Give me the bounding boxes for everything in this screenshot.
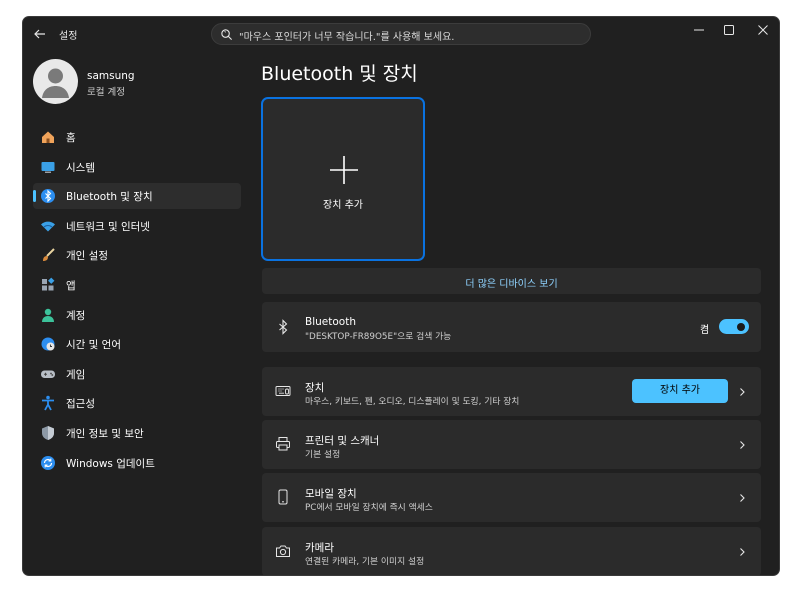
- sidebar-item-network[interactable]: 네트워크 및 인터넷: [33, 213, 241, 239]
- sidebar-item-privacy-security[interactable]: 개인 정보 및 보안: [33, 420, 241, 446]
- camera-icon: [276, 545, 290, 557]
- printer-icon: [276, 437, 290, 451]
- bluetooth-discoverable-text: "DESKTOP-FR89O5E"으로 검색 가능: [305, 332, 452, 342]
- toggle-knob: [737, 322, 745, 331]
- mobile-subtitle: PC에서 모바일 장치에 즉시 액세스: [305, 503, 433, 513]
- sidebar-item-label: 접근성: [66, 398, 95, 411]
- apps-icon: [42, 277, 55, 291]
- back-arrow-icon[interactable]: [32, 26, 48, 42]
- devices-card[interactable]: 장치 마우스, 키보드, 펜, 오디오, 디스플레이 및 도킹, 기타 장치 장…: [262, 367, 761, 416]
- title-bar: 설정 "마우스 포인터가 너무 작습니다."를 사용해 보세요.: [23, 17, 779, 51]
- brush-icon: [43, 248, 55, 262]
- update-icon: [41, 455, 55, 470]
- user-silhouette-icon: [42, 68, 69, 98]
- shield-icon: [42, 425, 54, 440]
- sidebar-item-label: 게임: [66, 368, 86, 381]
- profile-account-type: 로컬 계정: [87, 87, 125, 98]
- page-title: Bluetooth 및 장치: [261, 63, 418, 85]
- chevron-right-icon: [740, 494, 745, 502]
- bluetooth-symbol-icon: [279, 319, 288, 335]
- app-title: 설정: [59, 31, 78, 42]
- selection-indicator: [33, 190, 36, 203]
- sidebar-item-windows-update[interactable]: Windows 업데이트: [33, 450, 241, 476]
- bluetooth-toggle-state: 켬: [700, 325, 710, 336]
- home-icon: [42, 131, 54, 143]
- sidebar-item-label: 네트워크 및 인터넷: [66, 220, 150, 233]
- sidebar-item-personalization[interactable]: 개인 설정: [33, 242, 241, 268]
- wifi-icon: [41, 221, 55, 232]
- user-profile[interactable]: samsung 로컬 계정: [33, 59, 233, 107]
- camera-card[interactable]: 카메라 연결된 카메라, 기본 이미지 설정: [262, 527, 761, 575]
- chevron-right-icon: [740, 548, 745, 556]
- bluetooth-title: Bluetooth: [305, 316, 356, 328]
- sidebar-item-label: 개인 설정: [66, 250, 108, 263]
- sidebar-item-home[interactable]: 홈: [33, 124, 241, 150]
- search-icon: [221, 29, 233, 41]
- sidebar-nav: 홈 시스템 Bluetooth 및 장치 네트워크 및 인터넷 개인 설정 앱 …: [33, 124, 241, 479]
- chevron-right-icon: [740, 441, 745, 449]
- avatar: [33, 59, 78, 104]
- gamepad-icon: [41, 370, 55, 378]
- sidebar-item-label: 개인 정보 및 보안: [66, 427, 144, 440]
- sidebar-item-system[interactable]: 시스템: [33, 154, 241, 180]
- maximize-icon[interactable]: [720, 21, 738, 39]
- add-device-label: 장치 추가: [323, 200, 363, 211]
- sidebar-item-gaming[interactable]: 게임: [33, 361, 241, 387]
- sidebar-item-accessibility[interactable]: 접근성: [33, 390, 241, 416]
- plus-icon: [330, 156, 358, 184]
- sidebar-item-label: 시간 및 언어: [66, 339, 121, 352]
- mobile-title: 모바일 장치: [305, 488, 357, 500]
- devices-subtitle: 마우스, 키보드, 펜, 오디오, 디스플레이 및 도킹, 기타 장치: [305, 397, 520, 407]
- chevron-right-icon: [740, 388, 745, 396]
- view-more-devices-label: 더 많은 디바이스 보기: [465, 279, 558, 290]
- sidebar-item-label: 앱: [66, 279, 76, 292]
- view-more-devices-button[interactable]: 더 많은 디바이스 보기: [262, 268, 761, 294]
- sidebar-item-apps[interactable]: 앱: [33, 272, 241, 298]
- bluetooth-toggle[interactable]: [719, 319, 749, 334]
- devices-icon: [275, 386, 291, 396]
- printers-subtitle: 기본 설정: [305, 450, 341, 460]
- camera-subtitle: 연결된 카메라, 기본 이미지 설정: [305, 557, 425, 567]
- sidebar-item-accounts[interactable]: 계정: [33, 302, 241, 328]
- search-placeholder: "마우스 포인터가 너무 작습니다."를 사용해 보세요.: [239, 32, 455, 43]
- phone-icon: [278, 489, 288, 505]
- camera-title: 카메라: [305, 542, 334, 554]
- accessibility-icon: [42, 396, 54, 411]
- add-device-tile[interactable]: 장치 추가: [261, 97, 425, 261]
- printers-scanners-card[interactable]: 프린터 및 스캐너 기본 설정: [262, 420, 761, 469]
- globe-clock-icon: [41, 337, 55, 351]
- close-icon[interactable]: [754, 21, 772, 39]
- sidebar-item-label: Windows 업데이트: [66, 457, 155, 470]
- mobile-devices-card[interactable]: 모바일 장치 PC에서 모바일 장치에 즉시 액세스: [262, 473, 761, 522]
- sidebar-item-label: 계정: [66, 309, 86, 322]
- sidebar-item-time-language[interactable]: 시간 및 언어: [33, 331, 241, 357]
- bluetooth-card: Bluetooth "DESKTOP-FR89O5E"으로 검색 가능 켬: [262, 302, 761, 352]
- bluetooth-icon: [41, 189, 55, 204]
- sidebar-item-label: 홈: [66, 132, 76, 144]
- settings-window: 설정 "마우스 포인터가 너무 작습니다."를 사용해 보세요. samsung…: [22, 16, 780, 576]
- monitor-icon: [41, 161, 55, 173]
- person-icon: [42, 308, 54, 322]
- search-input[interactable]: "마우스 포인터가 너무 작습니다."를 사용해 보세요.: [211, 23, 591, 45]
- add-device-button[interactable]: 장치 추가: [632, 379, 728, 403]
- sidebar-item-label: 시스템: [66, 161, 95, 174]
- sidebar-item-label: Bluetooth 및 장치: [66, 191, 153, 204]
- sidebar-item-bluetooth-devices[interactable]: Bluetooth 및 장치: [33, 183, 241, 210]
- devices-title: 장치: [305, 382, 325, 394]
- minimize-icon[interactable]: [690, 21, 708, 39]
- printers-title: 프린터 및 스캐너: [305, 435, 380, 447]
- profile-name: samsung: [87, 70, 135, 82]
